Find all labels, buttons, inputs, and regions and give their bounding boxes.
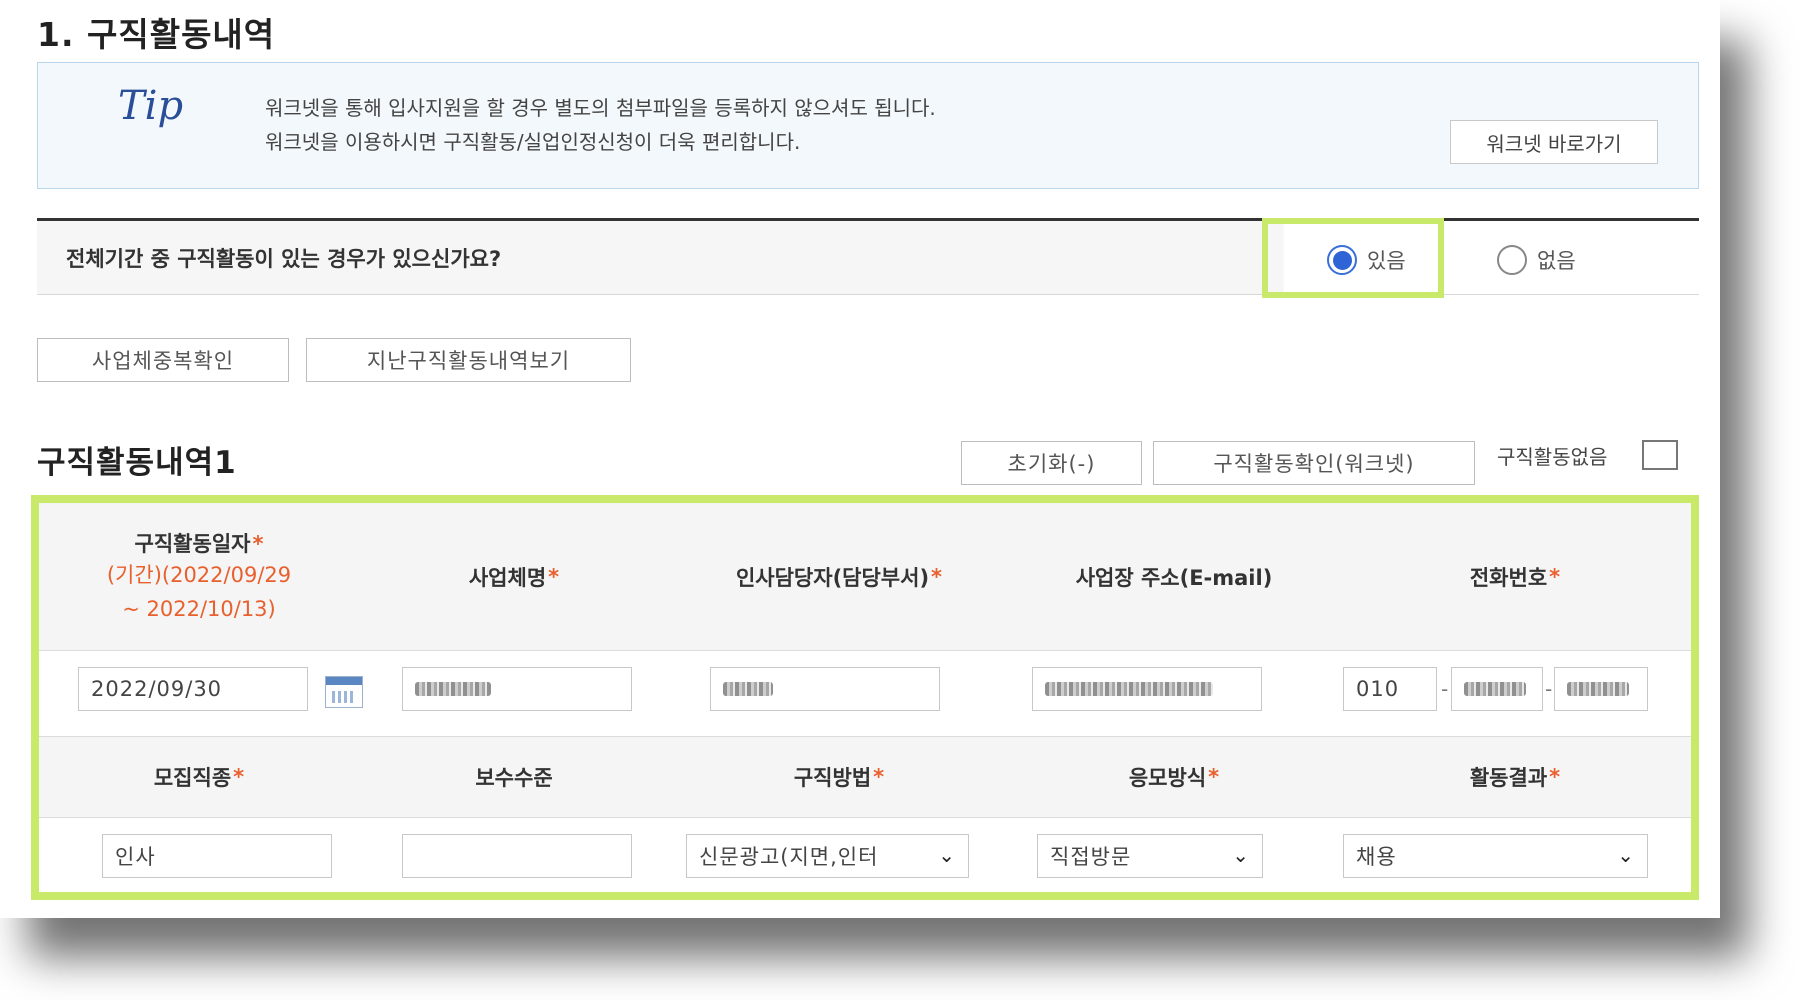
redacted-text	[1464, 682, 1526, 696]
period-line-1: (기간)(2022/09/29	[106, 562, 292, 587]
canvas: 1. 구직활동내역 Tip 워크넷을 통해 입사지원을 할 경우 별도의 첨부파…	[0, 0, 1800, 1000]
section-title: 1. 구직활동내역	[37, 15, 276, 54]
question-text: 전체기간 중 구직활동이 있는 경우가 있으신가요?	[66, 247, 502, 271]
result-select-value: 채용	[1356, 845, 1397, 869]
header-apply-cell: 응모방식 *	[1009, 737, 1339, 817]
activity-date-input[interactable]: 2022/09/30	[78, 667, 308, 711]
radio-yes-label: 있음	[1367, 249, 1406, 273]
tip-line-1: 워크넷을 통해 입사지원을 할 경우 별도의 첨부파일을 등록하지 않으셔도 됩…	[265, 96, 936, 120]
header-salary: 보수수준	[475, 766, 553, 790]
method-select[interactable]: 신문광고(지면,인터 ⌄	[686, 834, 969, 878]
header-date: 구직활동일자	[134, 531, 251, 556]
table-header-row-2: 모집직종 * 보수수준 구직방법 * 응모방식 * 활동결과 *	[39, 737, 1691, 818]
header-company: 사업체명	[468, 565, 547, 590]
phone-prefix-input[interactable]: 010	[1343, 667, 1437, 711]
phone-last-input[interactable]	[1554, 667, 1648, 711]
required-mark: *	[252, 531, 264, 556]
redacted-text	[415, 682, 491, 696]
table-header-row-1: 구직활동일자* (기간)(2022/09/29 ~ 2022/10/13) 사업…	[39, 503, 1691, 651]
header-method-cell: 구직방법 *	[669, 737, 1009, 817]
salary-input[interactable]	[402, 834, 632, 878]
view-past-activity-button[interactable]: 지난구직활동내역보기	[306, 338, 631, 382]
header-company-cell: 사업체명 *	[359, 503, 669, 650]
chevron-down-icon: ⌄	[1617, 843, 1635, 867]
header-date-cell: 구직활동일자* (기간)(2022/09/29 ~ 2022/10/13)	[39, 503, 359, 650]
header-job-type: 모집직종	[153, 766, 232, 790]
header-address: 사업장 주소(E-mail)	[1075, 565, 1273, 590]
redacted-text	[1567, 682, 1629, 696]
period-line-2: ~ 2022/10/13)	[122, 596, 276, 621]
worknet-check-button[interactable]: 구직활동확인(워크넷)	[1153, 441, 1475, 485]
result-select[interactable]: 채용 ⌄	[1343, 834, 1648, 878]
redacted-text	[723, 682, 773, 696]
no-activity-label: 구직활동없음	[1497, 445, 1608, 469]
header-manager-cell: 인사담당자(담당부서) *	[669, 503, 1009, 650]
header-phone: 전화번호	[1469, 565, 1548, 590]
no-activity-checkbox[interactable]	[1642, 440, 1678, 470]
required-mark: *	[548, 564, 560, 589]
chevron-down-icon: ⌄	[1232, 843, 1250, 867]
header-salary-cell: 보수수준	[359, 737, 669, 817]
phone-dash: -	[1545, 677, 1553, 701]
tip-line-2: 워크넷을 이용하시면 구직활동/실업인정신청이 더욱 편리합니다.	[265, 130, 801, 154]
reset-button[interactable]: 초기화(-)	[961, 441, 1142, 485]
activity-table: 구직활동일자* (기간)(2022/09/29 ~ 2022/10/13) 사업…	[31, 495, 1699, 900]
tip-box: Tip 워크넷을 통해 입사지원을 할 경우 별도의 첨부파일을 등록하지 않으…	[37, 62, 1699, 189]
required-mark: *	[1549, 564, 1561, 589]
header-phone-cell: 전화번호 *	[1339, 503, 1691, 650]
radio-yes[interactable]: 있음	[1327, 245, 1406, 275]
apply-select-value: 직접방문	[1050, 845, 1132, 869]
radio-no[interactable]: 없음	[1497, 245, 1576, 275]
header-manager: 인사담당자(담당부서)	[735, 565, 930, 590]
check-duplicate-button[interactable]: 사업체중복확인	[37, 338, 289, 382]
required-mark: *	[1208, 765, 1220, 789]
required-mark: *	[233, 765, 245, 789]
question-row: 전체기간 중 구직활동이 있는 경우가 있으신가요? 있음 없음	[37, 218, 1699, 298]
apply-select[interactable]: 직접방문 ⌄	[1037, 834, 1263, 878]
radio-selected-icon[interactable]	[1327, 245, 1357, 275]
radio-unselected-icon[interactable]	[1497, 245, 1527, 275]
radio-no-label: 없음	[1537, 249, 1576, 273]
method-select-value: 신문광고(지면,인터	[699, 845, 879, 869]
address-email-input[interactable]	[1032, 667, 1262, 711]
calendar-icon[interactable]	[325, 676, 363, 708]
worknet-shortcut-button[interactable]: 워크넷 바로가기	[1450, 120, 1658, 164]
header-method: 구직방법	[793, 766, 872, 790]
company-name-input[interactable]	[402, 667, 632, 711]
required-mark: *	[931, 564, 943, 589]
required-mark: *	[1549, 765, 1561, 789]
required-mark: *	[873, 765, 885, 789]
activity-title: 구직활동내역1	[37, 445, 237, 481]
job-type-input[interactable]: 인사	[102, 834, 332, 878]
form-page: 1. 구직활동내역 Tip 워크넷을 통해 입사지원을 할 경우 별도의 첨부파…	[0, 0, 1720, 918]
header-result-cell: 활동결과 *	[1339, 737, 1691, 817]
header-result: 활동결과	[1469, 766, 1548, 790]
header-job-type-cell: 모집직종 *	[39, 737, 359, 817]
phone-middle-input[interactable]	[1451, 667, 1543, 711]
header-apply: 응모방식	[1128, 766, 1207, 790]
header-address-cell: 사업장 주소(E-mail)	[1009, 503, 1339, 650]
tip-logo: Tip	[118, 83, 184, 129]
manager-input[interactable]	[710, 667, 940, 711]
chevron-down-icon: ⌄	[938, 843, 956, 867]
tip-text: 워크넷을 통해 입사지원을 할 경우 별도의 첨부파일을 등록하지 않으셔도 됩…	[265, 91, 936, 159]
redacted-text	[1045, 682, 1213, 696]
phone-dash: -	[1441, 677, 1449, 701]
